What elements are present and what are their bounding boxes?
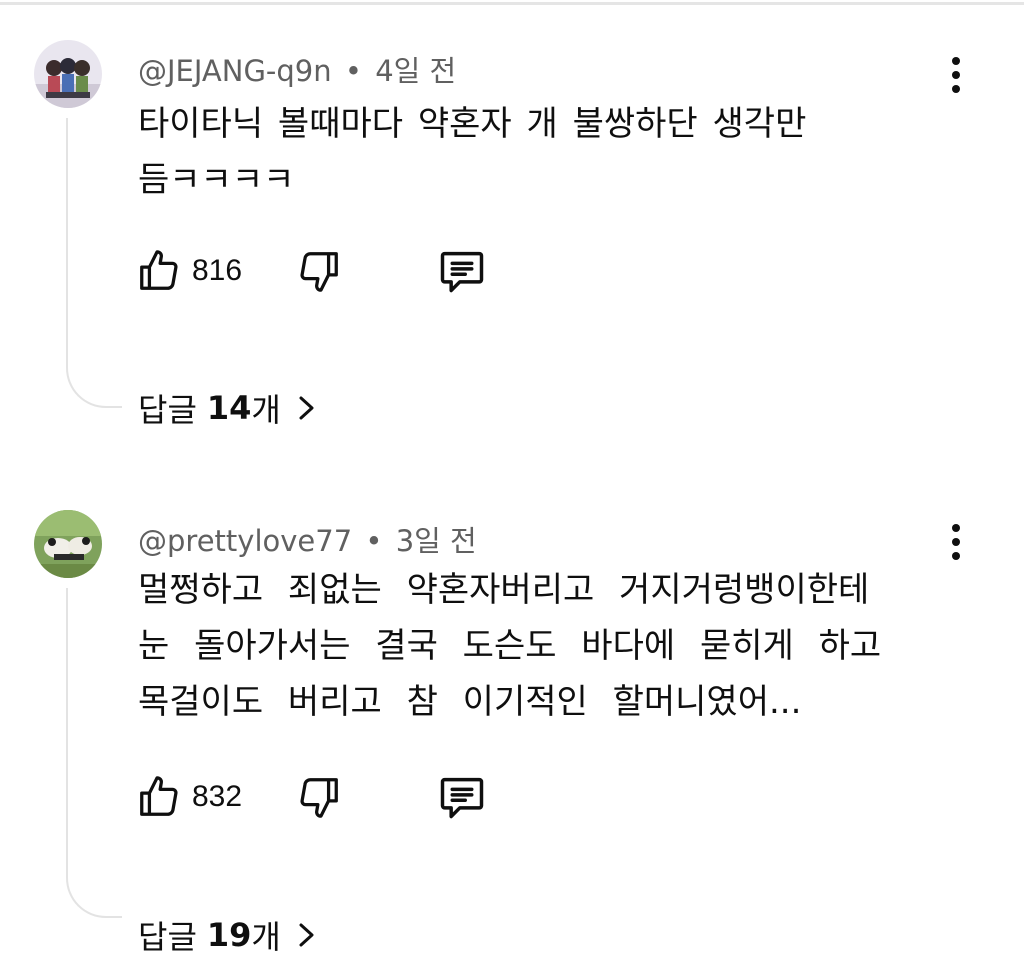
thread-line [66, 588, 122, 918]
more-vertical-icon-dot [952, 71, 960, 79]
avatar[interactable] [34, 510, 102, 578]
replies-label: 답글 [138, 391, 197, 429]
avatar-image [34, 40, 102, 108]
reply-button[interactable] [436, 772, 488, 822]
author-handle[interactable]: @JEJANG-q9n [138, 54, 332, 88]
more-vertical-icon [952, 524, 960, 532]
comment-text: 멀쩡하고 죄없는 약혼자버리고 거지거렁뱅이한테 눈 돌아가서는 결국 도슨도 … [138, 562, 938, 730]
comment-text-line: 듬ㅋㅋㅋㅋ [138, 160, 295, 200]
thumbs-up-icon [140, 776, 178, 816]
thumbs-down-icon [300, 252, 338, 292]
comment-item: @JEJANG-q9n • 4일 전 타이타닉 볼때마다 약혼자 개 불쌍하단 … [0, 0, 1024, 470]
replies-count: 19 [206, 916, 252, 954]
like-button[interactable]: 832 [136, 772, 242, 822]
replies-count: 14 [206, 389, 252, 427]
replies-suffix: 개 [251, 918, 281, 956]
thread-line [66, 118, 122, 408]
chevron-right-icon [299, 923, 314, 947]
like-button[interactable]: 816 [136, 246, 242, 296]
avatar[interactable] [34, 40, 102, 108]
comment-text-line: 타이타닉 볼때마다 약혼자 개 불쌍하단 생각만 [138, 104, 807, 144]
comment-meta: @prettylove77 • 3일 전 [138, 518, 477, 560]
comment-icon [440, 251, 484, 293]
more-vertical-icon-dot [952, 85, 960, 93]
comment-meta: @JEJANG-q9n • 4일 전 [138, 48, 456, 90]
replies-suffix: 개 [251, 391, 281, 429]
view-replies-button[interactable]: 답글 19 개 [138, 910, 319, 960]
chevron-right-icon [299, 396, 314, 420]
dislike-button[interactable] [296, 246, 342, 296]
comment-text-line: 멀쩡하고 죄없는 약혼자버리고 거지거렁뱅이한테 [138, 570, 870, 610]
like-count: 816 [192, 254, 243, 287]
more-vertical-icon-dot [952, 538, 960, 546]
more-vertical-icon [952, 57, 960, 65]
comment-time: 4일 전 [375, 54, 457, 88]
comment-time: 3일 전 [395, 524, 477, 558]
comment-actions: 832 [136, 772, 496, 822]
like-count: 832 [192, 780, 243, 813]
avatar-image [34, 510, 102, 578]
meta-separator: • [344, 54, 362, 88]
thumbs-down-icon [300, 778, 338, 818]
comment-icon [440, 777, 484, 819]
more-options-button[interactable] [940, 53, 972, 97]
comment-actions: 816 [136, 246, 496, 296]
more-options-button[interactable] [940, 520, 972, 564]
view-replies-button[interactable]: 답글 14 개 [138, 383, 319, 433]
meta-separator: • [365, 524, 383, 558]
comment-text-line: 목걸이도 버리고 참 이기적인 할머니였어... [138, 682, 802, 722]
comment-item: @prettylove77 • 3일 전 멀쩡하고 죄없는 약혼자버리고 거지거… [0, 470, 1024, 971]
comment-text-line: 눈 돌아가서는 결국 도슨도 바다에 묻히게 하고 [138, 626, 882, 666]
more-vertical-icon-dot [952, 552, 960, 560]
dislike-button[interactable] [296, 772, 342, 822]
replies-label: 답글 [138, 918, 197, 956]
author-handle[interactable]: @prettylove77 [138, 524, 352, 558]
comment-text: 타이타닉 볼때마다 약혼자 개 불쌍하단 생각만 듬ㅋㅋㅋㅋ [138, 96, 898, 208]
reply-button[interactable] [436, 246, 488, 296]
thumbs-up-icon [140, 250, 178, 290]
